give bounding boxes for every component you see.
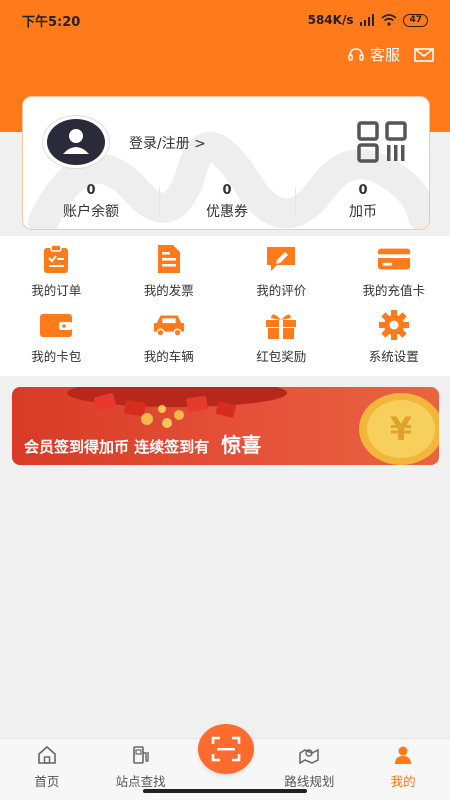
stat-value: 0 [222,183,232,198]
mail-icon[interactable] [414,47,434,62]
tab-label: 路线规划 [284,774,335,789]
home-indicator [143,789,307,793]
tab-label: 我的 [390,774,416,789]
menu-my-invoices[interactable]: 我的发票 [113,242,226,308]
gift-icon [264,310,298,340]
clipboard-icon [39,244,73,274]
car-icon [152,310,186,340]
station-icon [132,746,149,764]
review-icon [264,244,298,274]
menu-label: 系统设置 [368,349,419,364]
banner-highlight: 惊喜 [221,433,262,457]
user-icon [395,746,412,764]
menu-my-wallet[interactable]: 我的卡包 [0,308,113,374]
signal-icon [360,14,375,26]
scan-button[interactable] [198,724,254,774]
battery-indicator: 47 [403,13,428,27]
stat-value: 0 [358,183,368,198]
home-icon [38,745,56,764]
menu-label: 红包奖励 [256,349,307,364]
wallet-icon [39,310,73,340]
status-time: 下午5:20 [22,14,81,30]
menu-my-reviews[interactable]: 我的评价 [225,242,338,308]
tab-home[interactable]: 首页 [0,739,94,800]
invoice-icon [152,244,186,274]
menu-system-settings[interactable]: 系统设置 [338,308,450,374]
red-packets-illustration [67,387,287,428]
stat-label: 加币 [349,204,377,220]
coin-icon: ¥ [359,393,439,465]
menu-my-orders[interactable]: 我的订单 [0,242,113,308]
stat-coupons[interactable]: 0 优惠券 [159,183,295,221]
gear-icon [377,310,411,340]
menu-red-packet-rewards[interactable]: 红包奖励 [225,308,338,374]
signin-banner[interactable]: ¥ 会员签到得加币 连续签到有 惊喜 [12,387,439,465]
stat-label: 账户余额 [63,204,119,220]
route-icon [299,748,320,765]
wifi-icon [381,14,397,26]
menu-label: 我的车辆 [143,349,194,364]
card-icon [377,244,411,274]
svg-text:¥: ¥ [390,410,412,448]
banner-text: 会员签到得加币 连续签到有 [24,438,210,456]
headset-icon [348,47,364,61]
stat-label: 优惠券 [206,204,248,220]
tab-label: 站点查找 [115,774,166,789]
menu-my-recharge-card[interactable]: 我的充值卡 [338,242,450,308]
customer-service-label: 客服 [369,46,400,64]
tab-label: 首页 [34,774,60,789]
avatar[interactable] [40,115,112,169]
login-register-link[interactable]: 登录/注册 > [129,133,206,153]
stat-balance[interactable]: 0 账户余额 [23,183,159,221]
profile-card: 登录/注册 > 0 账户余额 0 优惠券 0 加币 [22,96,430,230]
menu-my-vehicles[interactable]: 我的车辆 [113,308,226,374]
scan-icon [211,736,241,762]
status-bar: 下午5:20 584K/s 47 [0,0,450,40]
menu-label: 我的发票 [143,283,194,298]
account-stats: 0 账户余额 0 优惠券 0 加币 [23,183,429,221]
qrcode-icon[interactable] [357,121,409,163]
stat-coins[interactable]: 0 加币 [295,183,429,221]
menu-label: 我的评价 [256,283,307,298]
function-menu: 我的订单 我的发票 我的评价 我的充值卡 我的卡包 我的车辆 红包奖励 系统设置 [0,236,450,376]
user-avatar-icon [47,119,105,165]
network-speed: 584K/s [307,13,354,27]
customer-service-button[interactable]: 客服 [347,44,400,65]
menu-label: 我的充值卡 [362,283,425,298]
stat-value: 0 [86,183,96,198]
top-actions: 客服 [347,44,434,65]
menu-label: 我的订单 [31,283,82,298]
tab-mine[interactable]: 我的 [356,739,450,800]
menu-label: 我的卡包 [31,349,82,364]
